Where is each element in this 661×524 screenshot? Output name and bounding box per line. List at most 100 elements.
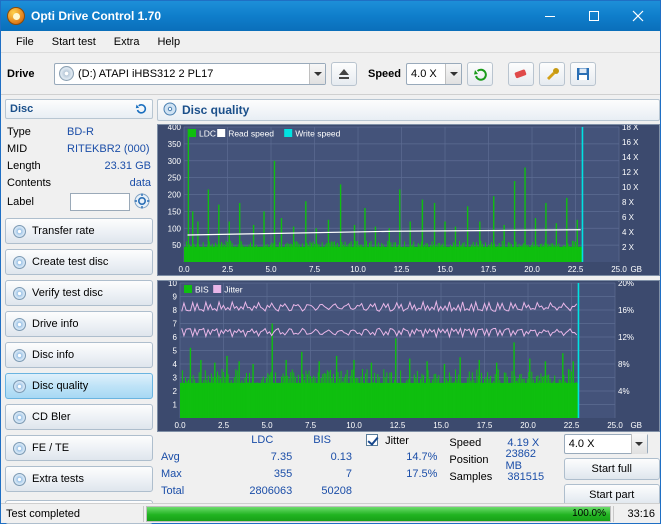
- svg-text:12.5: 12.5: [394, 265, 410, 274]
- sidebar-item-drive-info[interactable]: Drive info: [5, 311, 153, 337]
- svg-text:10 X: 10 X: [622, 183, 639, 192]
- jitter-label: Jitter: [385, 435, 409, 447]
- menu-item-help[interactable]: Help: [148, 33, 189, 51]
- sidebar-item-label: Drive info: [32, 318, 79, 330]
- svg-text:300: 300: [168, 157, 182, 166]
- bis-jitter-chart[interactable]: 0.0 2.5 5.0 7.5 10.0 12.5 15.0 17.5 20.0 22.5 25.0…: [157, 280, 660, 432]
- disc-info-table: Type BD-R MID RITEKBR2 (000) Length 23.3…: [7, 123, 151, 213]
- refresh-icon[interactable]: [135, 102, 148, 117]
- window-controls: [528, 1, 660, 31]
- eject-button[interactable]: [331, 61, 357, 86]
- results-col-ldc: LDC 7.35 355 2806063: [232, 434, 292, 506]
- results-ldc-max: 355: [273, 468, 293, 480]
- charts-container: 0.0 2.5 5.0 7.5 10.0 12.5 15.0 17.5 20.0 22.5 25.0…: [157, 124, 660, 432]
- results-row-name-total: Total: [161, 485, 185, 497]
- disc-info-row-type: Type BD-R: [7, 123, 151, 140]
- settings-gear-icon[interactable]: [133, 192, 151, 213]
- chevron-down-icon[interactable]: [630, 434, 647, 454]
- svg-text:BIS: BIS: [195, 285, 209, 295]
- status-message: Test completed: [6, 507, 80, 520]
- sidebar-item-disc-info[interactable]: Disc info: [5, 342, 153, 368]
- disc-label-input[interactable]: [70, 193, 130, 211]
- svg-text:15.0: 15.0: [437, 265, 453, 274]
- svg-text:12.5: 12.5: [390, 421, 406, 430]
- sidebar-item-transfer-rate[interactable]: Transfer rate: [5, 218, 153, 244]
- tools-button[interactable]: [539, 61, 566, 86]
- save-button[interactable]: [570, 61, 597, 86]
- svg-text:100: 100: [168, 224, 182, 233]
- window-title: Opti Drive Control 1.70: [31, 9, 162, 23]
- sidebar-item-extra-tests[interactable]: Extra tests: [5, 466, 153, 492]
- disc-length-key: Length: [7, 159, 41, 172]
- menu-item-file[interactable]: File: [7, 33, 43, 51]
- svg-text:12%: 12%: [618, 333, 634, 342]
- sidebar-item-cd-bler[interactable]: CD Bler: [5, 404, 153, 430]
- svg-text:50: 50: [172, 241, 181, 250]
- sidebar-item-label: CD Bler: [32, 411, 71, 423]
- menu-item-extra[interactable]: Extra: [105, 33, 149, 51]
- results-summary: Avg Max Total LDC 7.35 355 2806063 BIS 0…: [157, 434, 660, 506]
- menu-item-start-test[interactable]: Start test: [43, 33, 105, 51]
- disc-contents-value: data: [129, 176, 151, 189]
- sidebar-item-disc-quality[interactable]: Disc quality: [5, 373, 153, 399]
- disc-mid-value: RITEKBR2 (000): [67, 142, 150, 155]
- progress-percent: 100.0%: [572, 507, 606, 519]
- app-window: Opti Drive Control 1.70 File Start test …: [0, 0, 661, 524]
- chevron-down-icon[interactable]: [445, 63, 462, 84]
- start-full-button[interactable]: Start full: [563, 458, 660, 480]
- speed-select[interactable]: 4.0 X: [406, 62, 463, 85]
- disc-panel-header: Disc: [5, 99, 153, 119]
- disc-icon: [12, 224, 26, 238]
- sidebar-item-verify-test-disc[interactable]: Verify test disc: [5, 280, 153, 306]
- eraser-button[interactable]: [508, 61, 535, 86]
- sidebar-item-label: Disc quality: [32, 380, 89, 392]
- refresh-button[interactable]: [467, 61, 494, 86]
- svg-text:20.0: 20.0: [520, 421, 536, 430]
- test-speed-select[interactable]: 4.0 X: [563, 434, 648, 454]
- svg-text:0.0: 0.0: [174, 421, 186, 430]
- svg-text:5.0: 5.0: [261, 421, 273, 430]
- menu-bar: File Start test Extra Help: [1, 31, 660, 53]
- sidebar-item-create-test-disc[interactable]: Create test disc: [5, 249, 153, 275]
- close-button[interactable]: [616, 1, 660, 31]
- title-bar: Opti Drive Control 1.70: [1, 1, 660, 31]
- disc-icon: [12, 410, 26, 424]
- samples-stat-value: 381515: [507, 470, 545, 483]
- position-stat-value: 23862 MB: [505, 447, 537, 472]
- drive-label: Drive: [7, 67, 35, 80]
- drive-select[interactable]: (D:) ATAPI iHBS312 2 PL17: [54, 62, 326, 85]
- progress-bar-fill: [147, 506, 610, 521]
- samples-row: Samples 381515: [449, 468, 553, 485]
- results-header-blank: [161, 434, 232, 451]
- main-body: Disc Type BD-R MID RITEKBR2 (000) Length…: [1, 95, 660, 524]
- svg-text:3: 3: [173, 374, 178, 383]
- disc-label-key: Label: [7, 196, 34, 208]
- disc-icon: [12, 286, 26, 300]
- error-rate-chart[interactable]: 0.0 2.5 5.0 7.5 10.0 12.5 15.0 17.5 20.0 22.5 25.0…: [157, 124, 660, 276]
- sidebar-item-fe-te[interactable]: FE / TE: [5, 435, 153, 461]
- position-stat-label: Position: [449, 453, 489, 466]
- svg-text:Write speed: Write speed: [295, 129, 340, 139]
- svg-text:6 X: 6 X: [622, 213, 635, 222]
- disc-length-value: 23.31 GB: [104, 159, 151, 172]
- svg-text:7.5: 7.5: [305, 421, 317, 430]
- svg-text:200: 200: [168, 191, 182, 200]
- svg-text:150: 150: [168, 207, 182, 216]
- svg-text:GB: GB: [630, 265, 642, 274]
- jitter-max-value: 17.5%: [406, 468, 438, 480]
- position-row: Position 23862 MB: [449, 448, 553, 472]
- svg-text:2 X: 2 X: [622, 243, 635, 252]
- drive-select-value: (D:) ATAPI iHBS312 2 PL17: [78, 67, 214, 80]
- results-ldc-avg: 7.35: [270, 451, 293, 463]
- minimize-button[interactable]: [528, 1, 572, 31]
- speed-select-value: 4.0 X: [411, 67, 437, 80]
- disc-panel-title: Disc: [10, 103, 34, 115]
- svg-text:15.0: 15.0: [433, 421, 449, 430]
- results-col-bis: BIS 0.13 7 50208: [292, 434, 352, 506]
- maximize-button[interactable]: [572, 1, 616, 31]
- svg-text:12 X: 12 X: [622, 168, 639, 177]
- chevron-down-icon[interactable]: [309, 63, 325, 84]
- jitter-checkbox[interactable]: [366, 434, 379, 446]
- svg-text:8 X: 8 X: [622, 198, 635, 207]
- svg-text:8%: 8%: [618, 360, 630, 369]
